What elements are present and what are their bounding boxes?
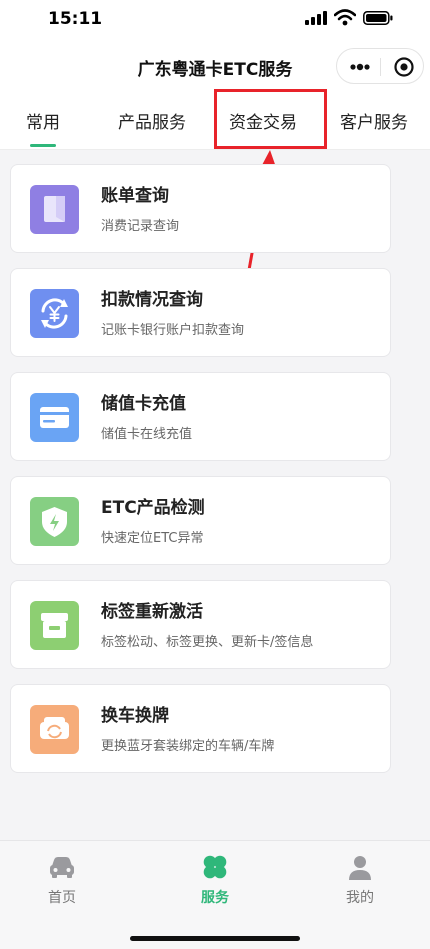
wifi-icon (334, 9, 356, 26)
bottom-nav-label: 我的 (346, 890, 374, 906)
status-time: 15:11 (48, 9, 103, 29)
capsule-divider (380, 58, 381, 76)
tab-customer-service[interactable]: 客户服务 (340, 108, 408, 133)
card-subtitle: 标签松动、标签更换、更新卡/签信息 (101, 635, 314, 650)
service-card-debit-query[interactable]: 扣款情况查询 记账卡银行账户扣款查询 (10, 268, 391, 357)
card-title: 标签重新激活 (101, 602, 203, 622)
card-title: 储值卡充值 (101, 394, 186, 414)
home-indicator (130, 936, 300, 941)
car-icon (50, 857, 74, 878)
status-bar: 15:11 (0, 0, 430, 38)
card-subtitle: 记账卡银行账户扣款查询 (101, 323, 245, 338)
bottom-tab-bar: 首页 服务 我的 (0, 840, 430, 949)
shield-icon (30, 497, 79, 546)
clover-icon (203, 855, 227, 879)
card-subtitle: 更换蓝牙套装绑定的车辆/车牌 (101, 739, 275, 754)
capsule-menu (336, 48, 424, 84)
yuan-refresh-icon (30, 289, 79, 338)
service-card-etc-detection[interactable]: ETC产品检测 快速定位ETC异常 (10, 476, 391, 565)
battery-icon (363, 11, 393, 25)
card-title: 换车换牌 (101, 706, 169, 726)
bottom-nav-label: 首页 (48, 890, 76, 906)
annotation-highlight-box (214, 89, 327, 149)
more-icon[interactable] (349, 60, 371, 74)
service-card-stored-value-topup[interactable]: 储值卡充值 储值卡在线充值 (10, 372, 391, 461)
card-subtitle: 消费记录查询 (101, 219, 180, 234)
bottom-nav-home[interactable]: 首页 (22, 853, 102, 913)
card-subtitle: 储值卡在线充值 (101, 427, 193, 442)
tab-product-services[interactable]: 产品服务 (118, 108, 186, 133)
bottom-nav-services[interactable]: 服务 (175, 853, 255, 913)
tab-common[interactable]: 常用 (26, 108, 60, 133)
card-icon (30, 393, 79, 442)
bottom-nav-label: 服务 (201, 890, 229, 906)
service-card-bill-query[interactable]: 账单查询 消费记录查询 (10, 164, 391, 253)
card-subtitle: 快速定位ETC异常 (101, 531, 204, 546)
car-swap-icon (30, 705, 79, 754)
service-card-tag-reactivate[interactable]: 标签重新激活 标签松动、标签更换、更新卡/签信息 (10, 580, 391, 669)
bill-icon (30, 185, 79, 234)
signal-icon (305, 11, 327, 25)
tag-box-icon (30, 601, 79, 650)
card-title: 扣款情况查询 (101, 290, 203, 310)
service-card-change-vehicle-plate[interactable]: 换车换牌 更换蓝牙套装绑定的车辆/车牌 (10, 684, 391, 773)
bottom-nav-mine[interactable]: 我的 (320, 853, 400, 913)
card-title: 账单查询 (101, 186, 169, 206)
active-tab-indicator (30, 144, 56, 147)
close-circle-icon[interactable] (393, 56, 415, 78)
person-icon (349, 856, 371, 880)
card-title: ETC产品检测 (101, 498, 205, 518)
